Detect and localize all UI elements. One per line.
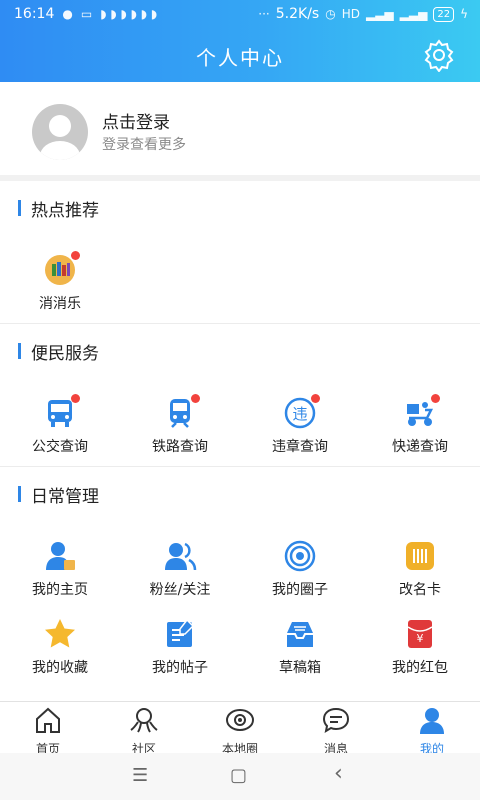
back-icon[interactable]: ‹ bbox=[334, 761, 343, 786]
divider bbox=[0, 466, 480, 467]
service-section-title: 便民服务 bbox=[18, 341, 99, 364]
menu-icon[interactable]: ☰ bbox=[132, 765, 148, 786]
section-bar bbox=[18, 200, 21, 216]
hot-section-label: 热点推荐 bbox=[31, 200, 99, 221]
hot-section-title: 热点推荐 bbox=[18, 198, 99, 221]
notification-icon: ◗ ◗ ◗ ◗ ◗ ◗ bbox=[100, 7, 158, 21]
tab-messages[interactable]: 消息 bbox=[288, 702, 384, 757]
svg-text:违: 违 bbox=[292, 405, 307, 423]
battery-icon: 22 bbox=[433, 6, 455, 22]
user-home-icon bbox=[46, 542, 75, 570]
badge-dot bbox=[191, 394, 200, 403]
person-icon bbox=[420, 708, 444, 734]
avatar[interactable] bbox=[32, 104, 88, 160]
message-icon: ▭ bbox=[80, 7, 93, 21]
grid-item-favorites[interactable]: 我的收藏 bbox=[0, 617, 120, 677]
svg-text:¥: ¥ bbox=[417, 632, 424, 645]
grid-item-label: 我的收藏 bbox=[32, 660, 88, 676]
grid-item-label: 我的红包 bbox=[392, 660, 448, 676]
grid-item-label: 改名卡 bbox=[399, 582, 441, 598]
circle-icon bbox=[284, 540, 316, 572]
star-icon bbox=[45, 619, 75, 648]
tab-home[interactable]: 首页 bbox=[0, 702, 96, 757]
grid-item-rename-card[interactable]: 改名卡 bbox=[360, 539, 480, 599]
tab-community[interactable]: 社区 bbox=[96, 702, 192, 757]
signal-icon: ▂▃▅ bbox=[365, 7, 394, 21]
grid-item-label: 粉丝/关注 bbox=[149, 582, 211, 598]
wechat-icon: ● bbox=[62, 7, 73, 21]
grid-item-posts[interactable]: 我的帖子 bbox=[120, 617, 240, 677]
default-avatar-icon bbox=[40, 115, 80, 160]
login-subtitle: 登录查看更多 bbox=[102, 137, 186, 153]
signal-icon-2: ▂▃▅ bbox=[399, 7, 428, 21]
daily-section-label: 日常管理 bbox=[31, 486, 99, 507]
grid-item-express[interactable]: 快递查询 bbox=[360, 394, 480, 456]
status-time: 16:14 bbox=[14, 6, 55, 22]
service-section-label: 便民服务 bbox=[31, 343, 99, 364]
local-eye-icon bbox=[226, 709, 254, 731]
divider bbox=[0, 323, 480, 324]
grid-item-label: 我的主页 bbox=[32, 582, 88, 598]
badge-dot bbox=[431, 394, 440, 403]
grid-item-label: 快递查询 bbox=[392, 439, 448, 455]
home-nav-icon[interactable]: ▢ bbox=[230, 765, 247, 786]
badge-dot bbox=[311, 394, 320, 403]
post-edit-icon bbox=[167, 618, 195, 647]
grid-item-label: 公交查询 bbox=[32, 439, 88, 455]
section-gap bbox=[0, 175, 480, 181]
grid-item-label: 违章查询 bbox=[272, 439, 328, 455]
section-bar bbox=[18, 343, 21, 359]
alarm-icon: ◷ bbox=[325, 7, 336, 21]
grid-item-red-packet[interactable]: ¥ 我的红包 bbox=[360, 617, 480, 677]
inbox-tray-icon bbox=[287, 622, 313, 647]
grid-item-violation[interactable]: 违 违章查询 bbox=[240, 394, 360, 456]
grid-item-homepage[interactable]: 我的主页 bbox=[0, 539, 120, 599]
fans-icon bbox=[165, 542, 197, 571]
bottom-tab-bar: 首页 社区 本地圈 消息 我的 bbox=[0, 701, 480, 757]
header: 16:14 ● ▭ ◗ ◗ ◗ ◗ ◗ ◗ ··· 5.2K/s ◷ HD ▂▃… bbox=[0, 0, 480, 82]
badge-dot bbox=[71, 251, 80, 260]
daily-section-title: 日常管理 bbox=[18, 484, 99, 507]
login-title[interactable]: 点击登录 bbox=[102, 108, 170, 133]
red-packet-icon: ¥ bbox=[407, 620, 433, 648]
status-bar: 16:14 ● ▭ ◗ ◗ ◗ ◗ ◗ ◗ ··· 5.2K/s ◷ HD ▂▃… bbox=[0, 0, 480, 28]
tab-mine[interactable]: 我的 bbox=[384, 702, 480, 757]
chat-bubble-icon bbox=[322, 707, 350, 734]
hd-badge: HD bbox=[341, 7, 360, 21]
grid-item-label: 铁路查询 bbox=[152, 439, 208, 455]
grid-item-circle[interactable]: 我的圈子 bbox=[240, 539, 360, 599]
home-icon bbox=[36, 707, 60, 733]
badge-dot bbox=[71, 394, 80, 403]
system-nav-bar: ☰ ▢ ‹ bbox=[0, 753, 480, 800]
community-icon bbox=[130, 708, 158, 733]
more-icon: ··· bbox=[258, 7, 270, 21]
grid-item-label: 草稿箱 bbox=[279, 660, 321, 676]
rename-card-icon bbox=[406, 542, 434, 570]
grid-item-fans[interactable]: 粉丝/关注 bbox=[120, 539, 240, 599]
section-bar bbox=[18, 486, 21, 502]
tab-local[interactable]: 本地圈 bbox=[192, 702, 288, 757]
grid-item-label: 我的帖子 bbox=[152, 660, 208, 676]
net-speed: 5.2K/s bbox=[275, 6, 320, 22]
login-card[interactable]: 点击登录 登录查看更多 bbox=[0, 82, 480, 175]
grid-item-train[interactable]: 铁路查询 bbox=[120, 394, 240, 456]
grid-item-label: 消消乐 bbox=[39, 296, 81, 312]
gear-icon[interactable] bbox=[422, 38, 456, 72]
grid-item-bus[interactable]: 公交查询 bbox=[0, 394, 120, 456]
charging-icon: ϟ bbox=[460, 7, 468, 21]
page-title: 个人中心 bbox=[196, 46, 284, 70]
grid-item-drafts[interactable]: 草稿箱 bbox=[240, 617, 360, 677]
grid-item-label: 我的圈子 bbox=[272, 582, 328, 598]
grid-item-xiaoxiaole[interactable]: 消消乐 bbox=[0, 251, 120, 313]
